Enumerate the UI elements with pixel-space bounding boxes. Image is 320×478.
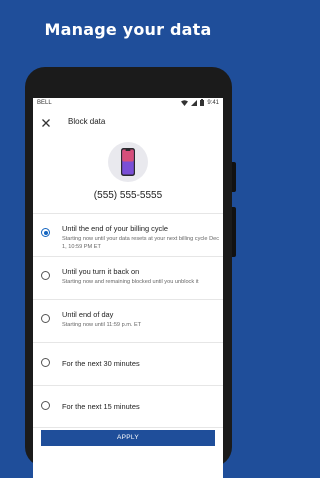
carrier-label: BELL <box>37 100 52 106</box>
duration-options: Until the end of your billing cycle Star… <box>33 213 223 428</box>
radio-button[interactable] <box>41 314 50 323</box>
option-label: For the next 30 minutes <box>62 359 140 368</box>
apply-button[interactable]: APPLY <box>41 430 215 446</box>
radio-button[interactable] <box>41 358 50 367</box>
time-label: 9:41 <box>207 99 219 106</box>
option-billing-cycle[interactable]: Until the end of your billing cycle Star… <box>33 213 223 256</box>
radio-button[interactable] <box>41 228 50 237</box>
phone-side-button <box>232 162 236 192</box>
phone-number: (555) 555-5555 <box>93 190 163 201</box>
option-30-minutes[interactable]: For the next 30 minutes <box>33 342 223 385</box>
option-label: For the next 15 minutes <box>62 402 140 411</box>
page-title: Block data <box>68 117 106 126</box>
app-bar: Block data <box>33 109 223 136</box>
option-label: Until you turn it back on <box>62 267 140 276</box>
smartphone-icon <box>121 148 135 176</box>
phone-side-button <box>232 207 236 257</box>
signal-icon <box>191 99 198 106</box>
close-icon[interactable] <box>40 116 52 128</box>
wifi-icon <box>181 99 189 106</box>
option-until-turned-on[interactable]: Until you turn it back on Starting now a… <box>33 256 223 299</box>
device-avatar <box>108 142 148 182</box>
radio-button[interactable] <box>41 271 50 280</box>
option-description: Starting now until 11:59 p.m. ET <box>62 322 142 328</box>
headline: Manage your data <box>44 20 212 39</box>
battery-icon <box>200 99 205 106</box>
option-end-of-day[interactable]: Until end of day Starting now until 11:5… <box>33 299 223 342</box>
option-label: Until end of day <box>62 310 114 319</box>
phone-screen: BELL 9:41 Block data (555) 555-5555 Unti… <box>33 98 223 478</box>
status-icons: 9:41 <box>181 99 219 106</box>
option-label: Until the end of your billing cycle <box>62 224 168 233</box>
option-15-minutes[interactable]: For the next 15 minutes <box>33 385 223 428</box>
option-description: Starting now until your data resets at y… <box>62 236 220 250</box>
radio-button[interactable] <box>41 401 50 410</box>
phone-frame: BELL 9:41 Block data (555) 555-5555 Unti… <box>25 67 236 478</box>
status-bar: BELL 9:41 <box>33 98 223 109</box>
option-description: Starting now and remaining blocked until… <box>62 279 199 285</box>
